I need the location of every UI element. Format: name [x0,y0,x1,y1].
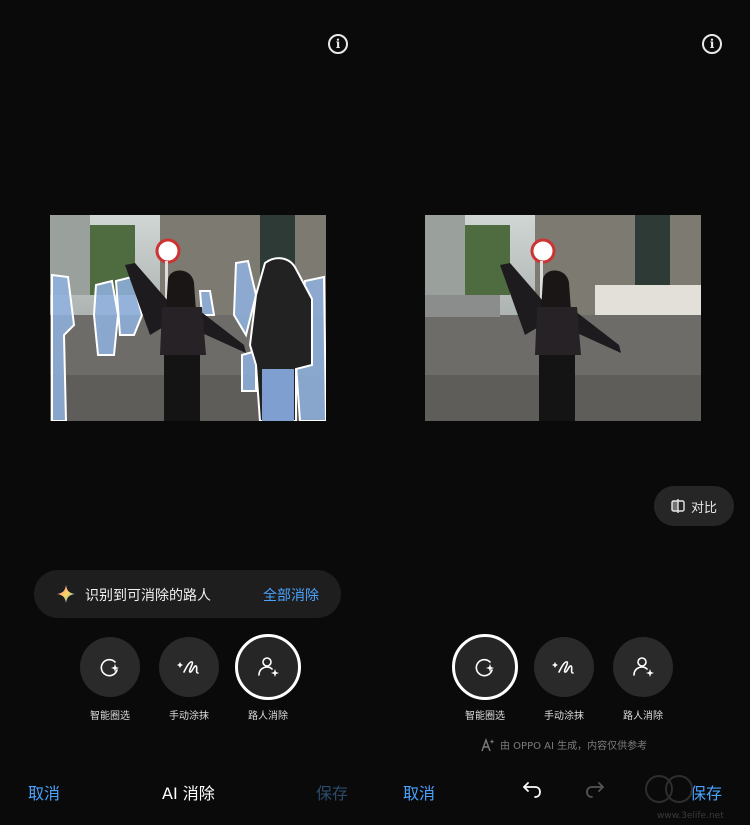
tool-label: 路人消除 [623,711,663,722]
passerby-remove-button[interactable] [613,637,673,697]
left-editor-panel: i 识别到可消除的路人 全部消除 智能圈选 手动涂抹 路人消除 取消 AI 消除… [0,0,375,825]
compare-icon [671,499,685,513]
right-editor-panel: i 对比 智能圈选 手动涂抹 路人消除 由 OPPO AI 生成，内容仅供参考 … [375,0,750,825]
tool-brush[interactable]: 手动涂抹 [159,637,219,722]
tool-label: 路人消除 [248,711,288,722]
passerby-detected-banner: 识别到可消除的路人 全部消除 [34,570,341,618]
save-button-disabled[interactable]: 保存 [316,780,348,804]
site-watermark: www.3elife.net [639,773,744,823]
compare-button[interactable]: 对比 [654,486,734,526]
smart-lasso-icon [100,658,119,677]
compare-label: 对比 [690,500,717,516]
brush-icon [552,661,574,674]
photo-cleaned-result[interactable] [425,215,701,421]
undo-icon[interactable] [520,780,542,798]
photo-canvas [50,215,326,421]
ai-sparkle-icon [57,585,75,603]
tool-brush[interactable]: 手动涂抹 [534,637,594,722]
editor-title: AI 消除 [162,784,215,803]
ai-disclaimer: 由 OPPO AI 生成，内容仅供参考 [481,737,647,752]
tool-label: 智能圈选 [465,711,505,722]
passerby-remove-button[interactable] [235,634,301,700]
passerby-remove-icon [258,657,279,677]
tool-label: 智能圈选 [90,711,130,722]
tool-passerby-remove[interactable]: 路人消除 [613,637,673,722]
watermark-logo [645,775,693,803]
smart-lasso-button[interactable] [452,634,518,700]
tool-smart-lasso[interactable]: 智能圈选 [452,634,518,722]
info-icon[interactable]: i [702,34,722,54]
brush-button[interactable] [159,637,219,697]
cancel-button[interactable]: 取消 [28,780,60,804]
ai-generated-icon [481,737,495,751]
cancel-button[interactable]: 取消 [403,780,435,804]
passerby-remove-icon [633,657,654,677]
brush-icon [177,661,199,674]
detect-message: 识别到可消除的路人 [85,588,211,604]
remove-all-button[interactable]: 全部消除 [263,585,319,605]
tool-label: 手动涂抹 [169,711,209,722]
tool-label: 手动涂抹 [544,711,584,722]
redo-icon[interactable] [585,780,607,798]
tool-passerby-remove[interactable]: 路人消除 [235,634,301,722]
tool-smart-lasso[interactable]: 智能圈选 [80,637,140,722]
smart-lasso-icon [475,658,494,677]
photo-canvas [425,215,701,421]
smart-lasso-button[interactable] [80,637,140,697]
brush-button[interactable] [534,637,594,697]
photo-with-detected-people[interactable] [50,215,326,421]
disclaimer-text: 由 OPPO AI 生成，内容仅供参考 [500,741,648,752]
info-icon[interactable]: i [328,34,348,54]
watermark-text: www.3elife.net [657,811,724,821]
